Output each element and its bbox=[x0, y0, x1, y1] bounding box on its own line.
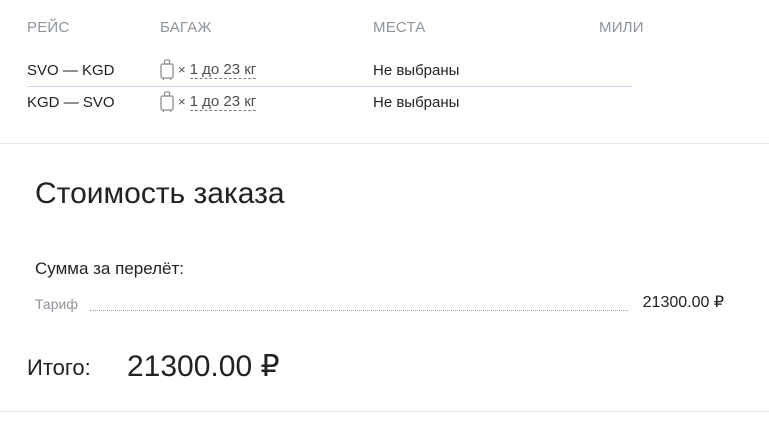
segment-seats: Не выбраны bbox=[373, 94, 460, 111]
tariff-dotted-leader bbox=[90, 310, 628, 311]
column-header-seats: МЕСТА bbox=[373, 19, 426, 36]
baggage-multiplier: × bbox=[178, 62, 186, 77]
tariff-price: 21300.00 ₽ bbox=[642, 294, 724, 311]
baggage-multiplier: × bbox=[178, 94, 186, 109]
flight-sum-label: Сумма за перелёт: bbox=[35, 259, 184, 278]
column-header-flight: РЕЙС bbox=[27, 19, 70, 36]
order-cost-title: Стоимость заказа bbox=[35, 177, 285, 210]
row-divider bbox=[27, 86, 632, 87]
suitcase-icon bbox=[160, 59, 174, 81]
total-price: 21300.00 ₽ bbox=[127, 350, 280, 383]
baggage-cell: × 1 до 23 кг bbox=[160, 59, 257, 81]
column-header-baggage: БАГАЖ bbox=[160, 19, 212, 36]
section-divider bbox=[0, 143, 769, 144]
segment-seats: Не выбраны bbox=[373, 62, 460, 79]
baggage-cell: × 1 до 23 кг bbox=[160, 91, 257, 113]
total-label: Итого: bbox=[27, 355, 91, 380]
column-header-miles: МИЛИ bbox=[599, 19, 644, 36]
baggage-weight-link[interactable]: 1 до 23 кг bbox=[189, 93, 257, 111]
suitcase-icon bbox=[160, 91, 174, 113]
baggage-weight-link[interactable]: 1 до 23 кг bbox=[189, 61, 257, 79]
segment-route: KGD — SVO bbox=[27, 94, 115, 111]
section-divider bbox=[0, 411, 769, 412]
segment-route: SVO — KGD bbox=[27, 62, 115, 79]
tariff-label: Тариф bbox=[35, 296, 78, 312]
